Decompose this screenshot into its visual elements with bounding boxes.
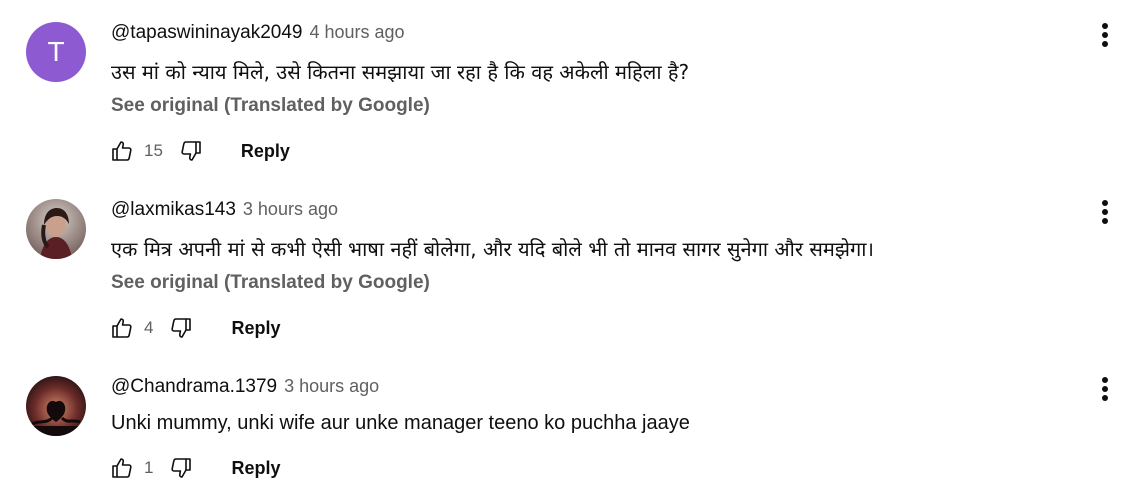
comment-header: @Chandrama.1379 3 hours ago	[111, 376, 379, 402]
avatar-image	[26, 376, 86, 436]
see-original-link[interactable]: See original (Translated by Google)	[111, 272, 430, 294]
comment-item: @Chandrama.1379 3 hours ago Unki mummy, …	[0, 354, 1135, 479]
dislike-button[interactable]	[167, 314, 195, 342]
thumbs-up-icon	[112, 318, 132, 338]
comment-time[interactable]: 3 hours ago	[284, 376, 379, 397]
more-vert-icon	[1102, 23, 1108, 47]
comment-time[interactable]: 4 hours ago	[309, 22, 404, 43]
comment-time[interactable]: 3 hours ago	[243, 199, 338, 220]
more-vert-icon	[1102, 200, 1108, 224]
thumbs-down-icon	[181, 141, 201, 161]
like-count: 1	[144, 458, 154, 477]
thumbs-up-icon	[112, 141, 132, 161]
avatar[interactable]: T	[26, 22, 86, 82]
avatar[interactable]	[26, 199, 86, 259]
like-button[interactable]	[108, 137, 136, 165]
avatar-image	[26, 199, 86, 259]
comment-actions: 15 Reply	[108, 136, 290, 166]
author-name[interactable]: @laxmikas143	[111, 199, 236, 221]
like-count: 15	[144, 141, 163, 160]
reply-button[interactable]: Reply	[231, 458, 280, 479]
comment-actions: 4 Reply	[108, 313, 281, 343]
more-actions-button[interactable]	[1093, 197, 1117, 227]
thumbs-up-icon	[112, 458, 132, 478]
dislike-button[interactable]	[167, 454, 195, 482]
see-original-link[interactable]: See original (Translated by Google)	[111, 95, 430, 117]
thumbs-down-icon	[171, 458, 192, 478]
author-name[interactable]: @Chandrama.1379	[111, 376, 277, 398]
thumbs-down-icon	[171, 318, 192, 338]
more-actions-button[interactable]	[1093, 20, 1117, 50]
comment-text: एक मित्र अपनी मां से कभी ऐसी भाषा नहीं ब…	[111, 237, 875, 261]
reply-button[interactable]: Reply	[241, 141, 290, 162]
like-button[interactable]	[108, 454, 136, 482]
comment-header: @laxmikas143 3 hours ago	[111, 199, 338, 225]
comment-header: @tapaswininayak2049 4 hours ago	[111, 22, 405, 48]
author-name[interactable]: @tapaswininayak2049	[111, 22, 302, 44]
reply-button[interactable]: Reply	[231, 318, 280, 339]
dislike-button[interactable]	[177, 137, 205, 165]
comment-item: T @tapaswininayak2049 4 hours ago उस मां…	[0, 0, 1135, 175]
comment-item: @laxmikas143 3 hours ago एक मित्र अपनी म…	[0, 177, 1135, 352]
like-count: 4	[144, 318, 154, 337]
like-button[interactable]	[108, 314, 136, 342]
avatar[interactable]	[26, 376, 86, 436]
more-actions-button[interactable]	[1093, 374, 1117, 404]
comment-text: उस मां को न्याय मिले, उसे कितना समझाया ज…	[111, 60, 690, 84]
comment-text: Unki mummy, unki wife aur unke manager t…	[111, 412, 690, 434]
more-vert-icon	[1102, 377, 1108, 401]
